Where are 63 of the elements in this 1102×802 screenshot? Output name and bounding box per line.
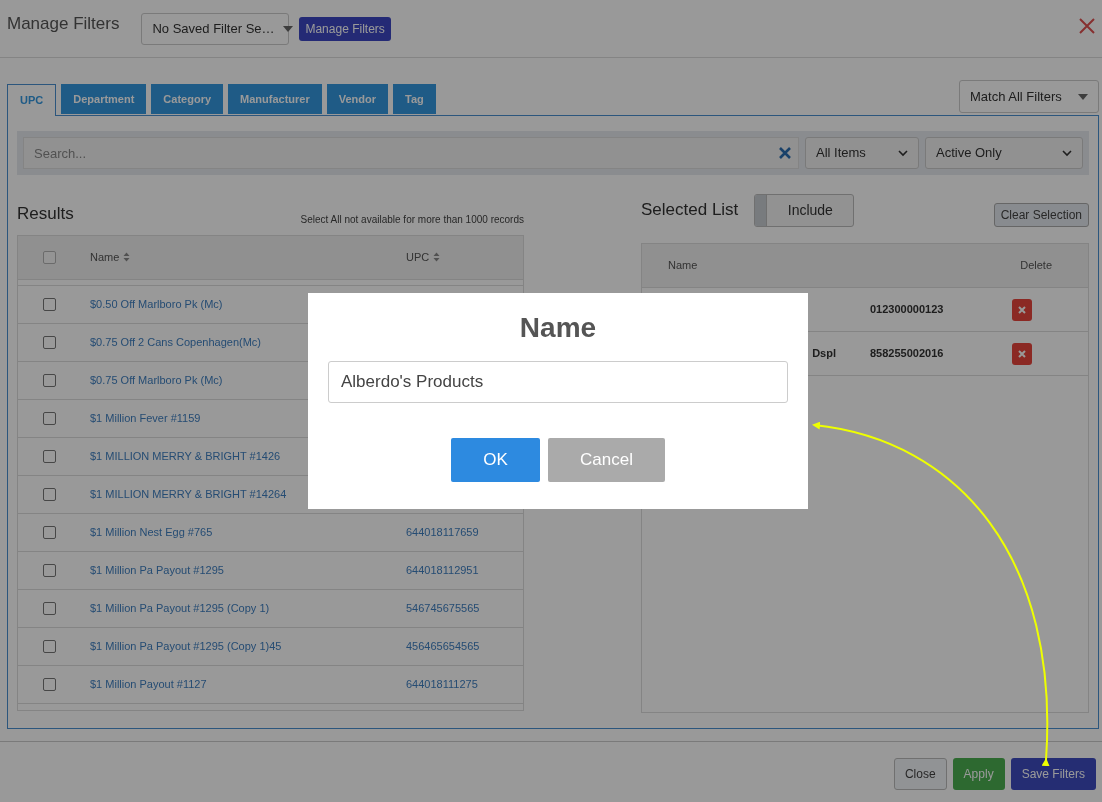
column-header: Name — [90, 249, 120, 265]
tab[interactable]: UPC — [7, 84, 57, 116]
upc-text: 858255002016 — [870, 346, 945, 362]
product-name: Dspl — [812, 347, 836, 360]
footer-button[interactable]: Close — [893, 758, 947, 790]
upc-text: 012300000123 — [870, 302, 945, 318]
upc-link[interactable]: 456465654565 — [406, 637, 480, 655]
tab[interactable]: Manufacturer — [228, 84, 322, 114]
product-link[interactable]: $1 Million Payout #1127 — [90, 675, 406, 693]
select-all-note: Select All not available for more than 1000 records — [300, 212, 524, 227]
section-title: Selected List — [641, 199, 739, 222]
row-checkbox[interactable] — [43, 411, 56, 425]
section-title: Results — [17, 203, 74, 225]
dialog-heading: Name — [519, 311, 597, 345]
items-select[interactable]: All Items — [805, 137, 919, 169]
product-link[interactable]: $1 Million Pa Payout #1295 (Copy 1) — [90, 599, 406, 617]
saved-filter-select[interactable]: No Saved Filter Se… — [141, 12, 290, 45]
sort-icon[interactable] — [123, 252, 131, 262]
sort-icon[interactable] — [433, 252, 441, 262]
row-checkbox[interactable] — [43, 449, 56, 463]
product-link[interactable]: $1 Million Nest Egg #765 — [90, 523, 406, 541]
status-select[interactable]: Active Only — [925, 137, 1083, 169]
tab[interactable]: Vendor — [326, 84, 389, 114]
row-checkbox[interactable] — [43, 639, 56, 653]
tab[interactable]: Tag — [393, 84, 436, 114]
include-toggle[interactable]: Include — [754, 193, 855, 227]
match-filters-select[interactable]: Match All Filters — [959, 80, 1099, 113]
row-checkbox[interactable] — [43, 335, 56, 349]
delete-button[interactable] — [1012, 298, 1032, 321]
product-link[interactable]: $1 Million Pa Payout #1295 (Copy 1)45 — [90, 637, 406, 655]
product-link[interactable]: $1 Million Pa Payout #1295 — [90, 561, 406, 579]
close-icon — [1018, 349, 1026, 358]
ok-button[interactable]: OK — [451, 437, 540, 482]
close-icon[interactable] — [1078, 17, 1096, 35]
search-field[interactable]: Search... — [23, 137, 799, 169]
row-checkbox[interactable] — [43, 373, 56, 387]
delete-button[interactable] — [1012, 342, 1032, 365]
row-checkbox[interactable] — [43, 525, 56, 539]
upc-link[interactable]: 546745675565 — [406, 599, 480, 617]
column-header: Name — [668, 258, 699, 274]
name-input[interactable]: Alberdo's Products — [328, 360, 788, 403]
chevron-icon — [1062, 149, 1072, 157]
clear-selection-button[interactable]: Clear Selection — [993, 203, 1089, 227]
manage-filters-button[interactable]: Manage Filters — [299, 16, 391, 41]
tab[interactable]: Department — [61, 84, 147, 114]
tab[interactable]: Category — [151, 84, 224, 114]
clear-icon[interactable] — [779, 147, 791, 159]
row-checkbox[interactable] — [43, 487, 56, 501]
upc-link[interactable]: 644018117659 — [406, 523, 479, 541]
row-checkbox[interactable] — [43, 563, 56, 577]
dialog-title: Manage Filters — [7, 12, 120, 35]
chevron-icon — [898, 149, 908, 157]
row-checkbox[interactable] — [43, 297, 56, 311]
upc-link[interactable]: 644018112951 — [406, 561, 479, 579]
upc-link[interactable]: 644018111275 — [406, 675, 478, 693]
column-header: Delete — [1020, 258, 1052, 274]
row-checkbox[interactable] — [43, 677, 56, 691]
row-checkbox[interactable] — [43, 601, 56, 615]
cancel-button[interactable]: Cancel — [548, 437, 665, 482]
footer-button[interactable]: Save Filters — [1010, 758, 1096, 790]
column-header: UPC — [406, 249, 430, 265]
footer-button[interactable]: Apply — [952, 758, 1005, 790]
close-icon — [1018, 305, 1026, 314]
